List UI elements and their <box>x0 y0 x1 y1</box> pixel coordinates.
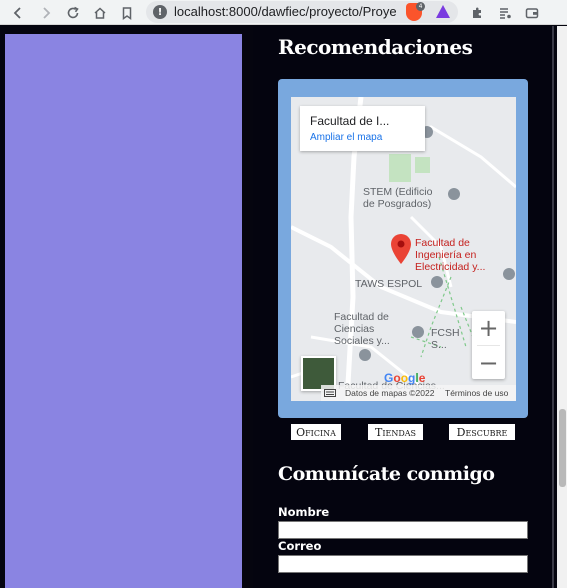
location-pin-icon[interactable] <box>390 233 412 265</box>
reload-icon[interactable] <box>63 3 83 22</box>
email-field[interactable] <box>278 555 528 573</box>
zoom-in-button[interactable]: + <box>472 311 505 344</box>
zoom-out-button[interactable]: − <box>472 346 505 379</box>
embedded-map[interactable]: Facultad de I... Ampliar el mapa STEM (E… <box>291 97 516 401</box>
keyboard-shortcuts-icon[interactable] <box>324 389 336 397</box>
map-label-stem[interactable]: STEM (Edificio de Posgrados) <box>363 186 443 210</box>
nav-button-descubre[interactable]: Descubre <box>449 424 515 440</box>
back-icon[interactable] <box>8 3 28 22</box>
section-title: Recomendaciones <box>278 35 473 59</box>
reading-list-icon[interactable] <box>495 3 515 22</box>
map-label-taws[interactable]: TAWS ESPOL <box>355 278 422 290</box>
google-logo: Google <box>384 371 426 385</box>
extensions-icon[interactable] <box>467 3 487 22</box>
nav-button-oficina[interactable]: Oficina <box>291 424 341 440</box>
brave-shields-badge: 4 <box>416 2 425 11</box>
left-purple-panel <box>5 34 242 588</box>
scrollbar-thumb[interactable] <box>559 409 566 487</box>
brave-rewards-icon[interactable] <box>436 5 450 18</box>
bookmark-icon[interactable] <box>117 3 137 22</box>
contact-title: Comunícate conmigo <box>278 463 495 485</box>
site-info-icon[interactable]: ! <box>153 5 167 19</box>
email-field-label: Correo <box>278 539 322 553</box>
column-divider <box>552 26 554 588</box>
name-field[interactable] <box>278 521 528 539</box>
browser-toolbar: ! localhost:8000/dawfiec/proyecto/Proyec… <box>0 0 567 25</box>
map-data-attribution[interactable]: Datos de mapas ©2022 <box>345 388 434 398</box>
map-zoom-controls: + − <box>472 311 505 379</box>
map-terms-link[interactable]: Términos de uso <box>445 388 508 398</box>
map-place-title: Facultad de I... <box>310 114 390 128</box>
name-field-label: Nombre <box>278 505 330 519</box>
map-attribution-bar: Datos de mapas ©2022 Términos de uso <box>321 385 516 401</box>
wallet-icon[interactable] <box>522 3 542 22</box>
map-label-ciencias-sociales[interactable]: Facultad de Ciencias Sociales y... <box>334 311 414 347</box>
address-bar[interactable]: ! localhost:8000/dawfiec/proyecto/Proyec… <box>146 1 458 23</box>
home-icon[interactable] <box>90 3 110 22</box>
forward-icon[interactable] <box>36 3 56 22</box>
map-label-fcsh[interactable]: FCSH S... Profeso... <box>431 327 473 351</box>
address-bar-url[interactable]: localhost:8000/dawfiec/proyecto/Proyecto <box>174 4 396 19</box>
nav-button-tiendas[interactable]: Tiendas <box>368 424 423 440</box>
scrollbar-track[interactable] <box>557 26 567 588</box>
map-label-fiec[interactable]: Facultad de Ingeniería en Electricidad y… <box>415 237 516 273</box>
map-info-card: Facultad de I... Ampliar el mapa <box>300 106 425 151</box>
enlarge-map-link[interactable]: Ampliar el mapa <box>310 132 382 143</box>
